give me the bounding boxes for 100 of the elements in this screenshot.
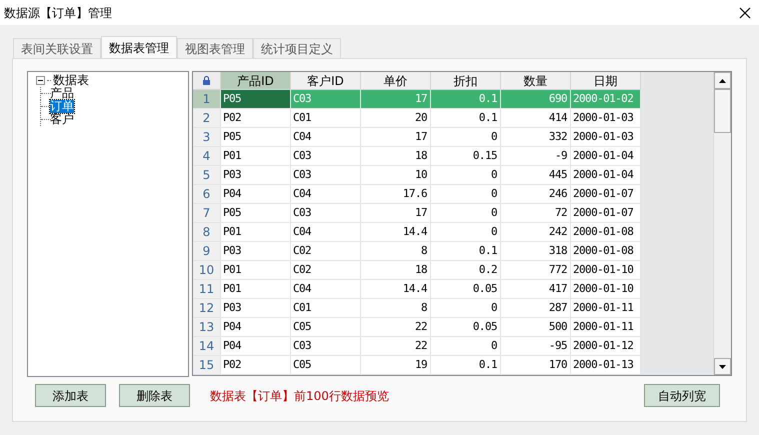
table-cell: 18 [361, 147, 431, 166]
table-cell: C03 [291, 166, 361, 185]
table-cell: C04 [291, 280, 361, 299]
row-number: 4 [193, 147, 221, 166]
table-cell: 417 [501, 280, 571, 299]
row-number: 1 [193, 90, 221, 109]
column-header[interactable]: 数量 [501, 72, 571, 90]
table-cell: P02 [221, 109, 291, 128]
table-cell: 0.05 [431, 318, 501, 337]
table-cell: C05 [291, 356, 361, 375]
tab[interactable]: 统计项目定义 [253, 38, 341, 58]
table-cell: 22 [361, 337, 431, 356]
table-cell: C05 [291, 318, 361, 337]
table-cell: C03 [291, 147, 361, 166]
table-cell: 287 [501, 299, 571, 318]
table-cell: 500 [501, 318, 571, 337]
collapse-icon[interactable] [36, 76, 45, 84]
table-cell: 19 [361, 356, 431, 375]
scrollbar[interactable] [713, 72, 731, 375]
lock-icon [203, 76, 210, 85]
close-icon[interactable] [739, 6, 751, 18]
table-cell: 22 [361, 318, 431, 337]
table-cell: 0 [431, 223, 501, 242]
tree-item[interactable]: 产品 [50, 87, 74, 100]
table-cell: 0 [431, 128, 501, 147]
table-cell: 0.1 [431, 242, 501, 261]
table-cell: 0 [431, 299, 501, 318]
table-cell: 10 [361, 166, 431, 185]
table-cell: 2000-01-11 [571, 299, 641, 318]
table-cell: 2000-01-07 [571, 185, 641, 204]
table-cell: P01 [221, 280, 291, 299]
column-header[interactable]: 折扣 [431, 72, 501, 90]
table-cell: 17 [361, 90, 431, 109]
table-cell: P03 [221, 166, 291, 185]
scroll-down-icon[interactable] [719, 364, 726, 368]
column-header[interactable]: 客户ID [291, 72, 361, 90]
table-cell: 2000-01-07 [571, 204, 641, 223]
table-cell: 14.4 [361, 223, 431, 242]
row-number: 11 [193, 280, 221, 299]
table-cell: -95 [501, 337, 571, 356]
toolbar-button[interactable]: 删除表 [119, 384, 190, 407]
table-cell: 2000-01-10 [571, 280, 641, 299]
toolbar-button[interactable]: 添加表 [35, 384, 106, 407]
column-header[interactable]: 单价 [361, 72, 431, 90]
table-cell: C03 [291, 337, 361, 356]
row-number: 15 [193, 356, 221, 375]
table-cell: 2000-01-02 [571, 90, 641, 109]
auto-width-button[interactable]: 自动列宽 [644, 384, 720, 407]
scroll-up-icon[interactable] [719, 78, 726, 82]
tab[interactable]: 数据表管理 [101, 36, 177, 59]
preview-note: 数据表【订单】前100行数据预览 [210, 388, 389, 404]
table-cell: 8 [361, 242, 431, 261]
table-cell: 17 [361, 128, 431, 147]
table-cell: 2000-01-04 [571, 166, 641, 185]
scroll-thumb[interactable] [714, 89, 731, 133]
table-cell: P01 [221, 261, 291, 280]
table-cell: P01 [221, 147, 291, 166]
table-cell: 14.4 [361, 280, 431, 299]
table-cell: 2000-01-13 [571, 356, 641, 375]
table-cell: 0 [431, 337, 501, 356]
row-number: 6 [193, 185, 221, 204]
table-cell: 0 [431, 166, 501, 185]
tree-item[interactable]: 订单 [50, 100, 74, 113]
table-cell: 0.05 [431, 280, 501, 299]
table-cell: 20 [361, 109, 431, 128]
table-cell: 17 [361, 204, 431, 223]
tab[interactable]: 表间关联设置 [13, 38, 101, 58]
table-cell: 170 [501, 356, 571, 375]
row-number: 10 [193, 261, 221, 280]
table-cell: P04 [221, 337, 291, 356]
table-cell: P01 [221, 223, 291, 242]
table-cell: 18 [361, 261, 431, 280]
table-cell: 0.1 [431, 109, 501, 128]
row-number: 3 [193, 128, 221, 147]
table-cell: 0.15 [431, 147, 501, 166]
row-number: 14 [193, 337, 221, 356]
table-cell: 242 [501, 223, 571, 242]
tree-item[interactable]: 客户 [50, 113, 74, 126]
table-cell: -9 [501, 147, 571, 166]
table-cell: C04 [291, 185, 361, 204]
table-cell: P04 [221, 185, 291, 204]
table-cell: 2000-01-08 [571, 242, 641, 261]
tree-item[interactable]: 数据表 [53, 73, 89, 87]
table-cell: 17.6 [361, 185, 431, 204]
table-cell: P05 [221, 128, 291, 147]
table-cell: 2000-01-03 [571, 109, 641, 128]
table-cell: 0 [431, 204, 501, 223]
table-cell: C01 [291, 109, 361, 128]
window-title: 数据源【订单】管理 [4, 4, 112, 22]
table-cell: C01 [291, 299, 361, 318]
column-header[interactable]: 日期 [571, 72, 641, 90]
row-number: 5 [193, 166, 221, 185]
table-cell: 2000-01-12 [571, 337, 641, 356]
table-cell: 2000-01-08 [571, 223, 641, 242]
table-cell: 0.1 [431, 356, 501, 375]
table-cell: C03 [291, 204, 361, 223]
table-cell: C04 [291, 223, 361, 242]
column-header[interactable]: 产品ID [221, 72, 291, 90]
tab[interactable]: 视图表管理 [177, 38, 253, 58]
table-cell: 318 [501, 242, 571, 261]
